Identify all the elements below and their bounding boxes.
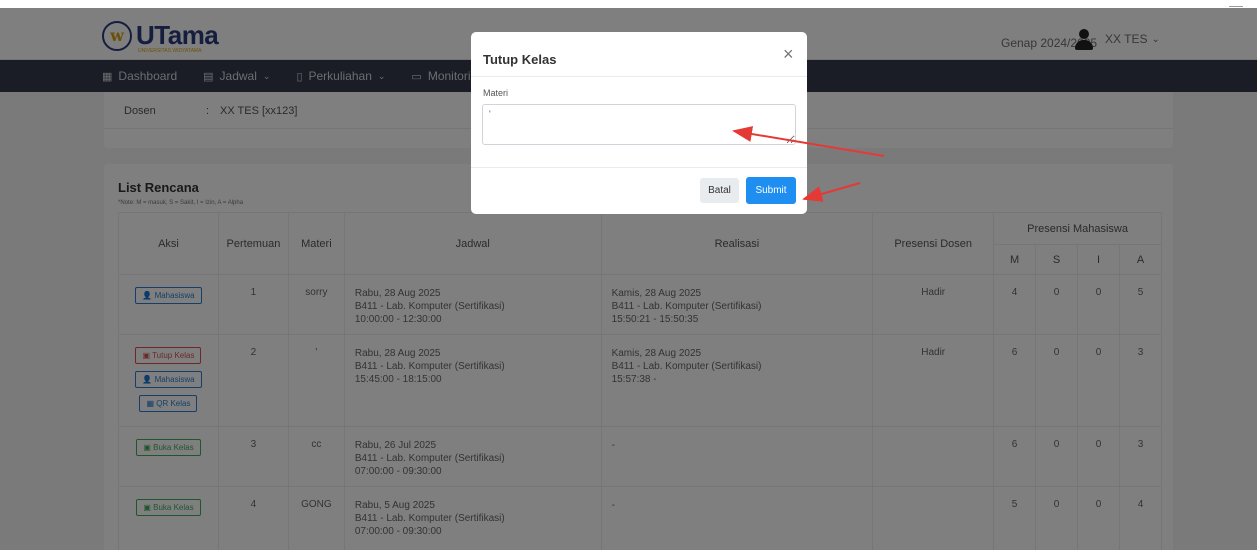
arrow-to-submit-icon bbox=[802, 182, 861, 202]
annotation-arrows bbox=[732, 126, 885, 202]
arrow-to-materi-icon bbox=[732, 126, 885, 157]
